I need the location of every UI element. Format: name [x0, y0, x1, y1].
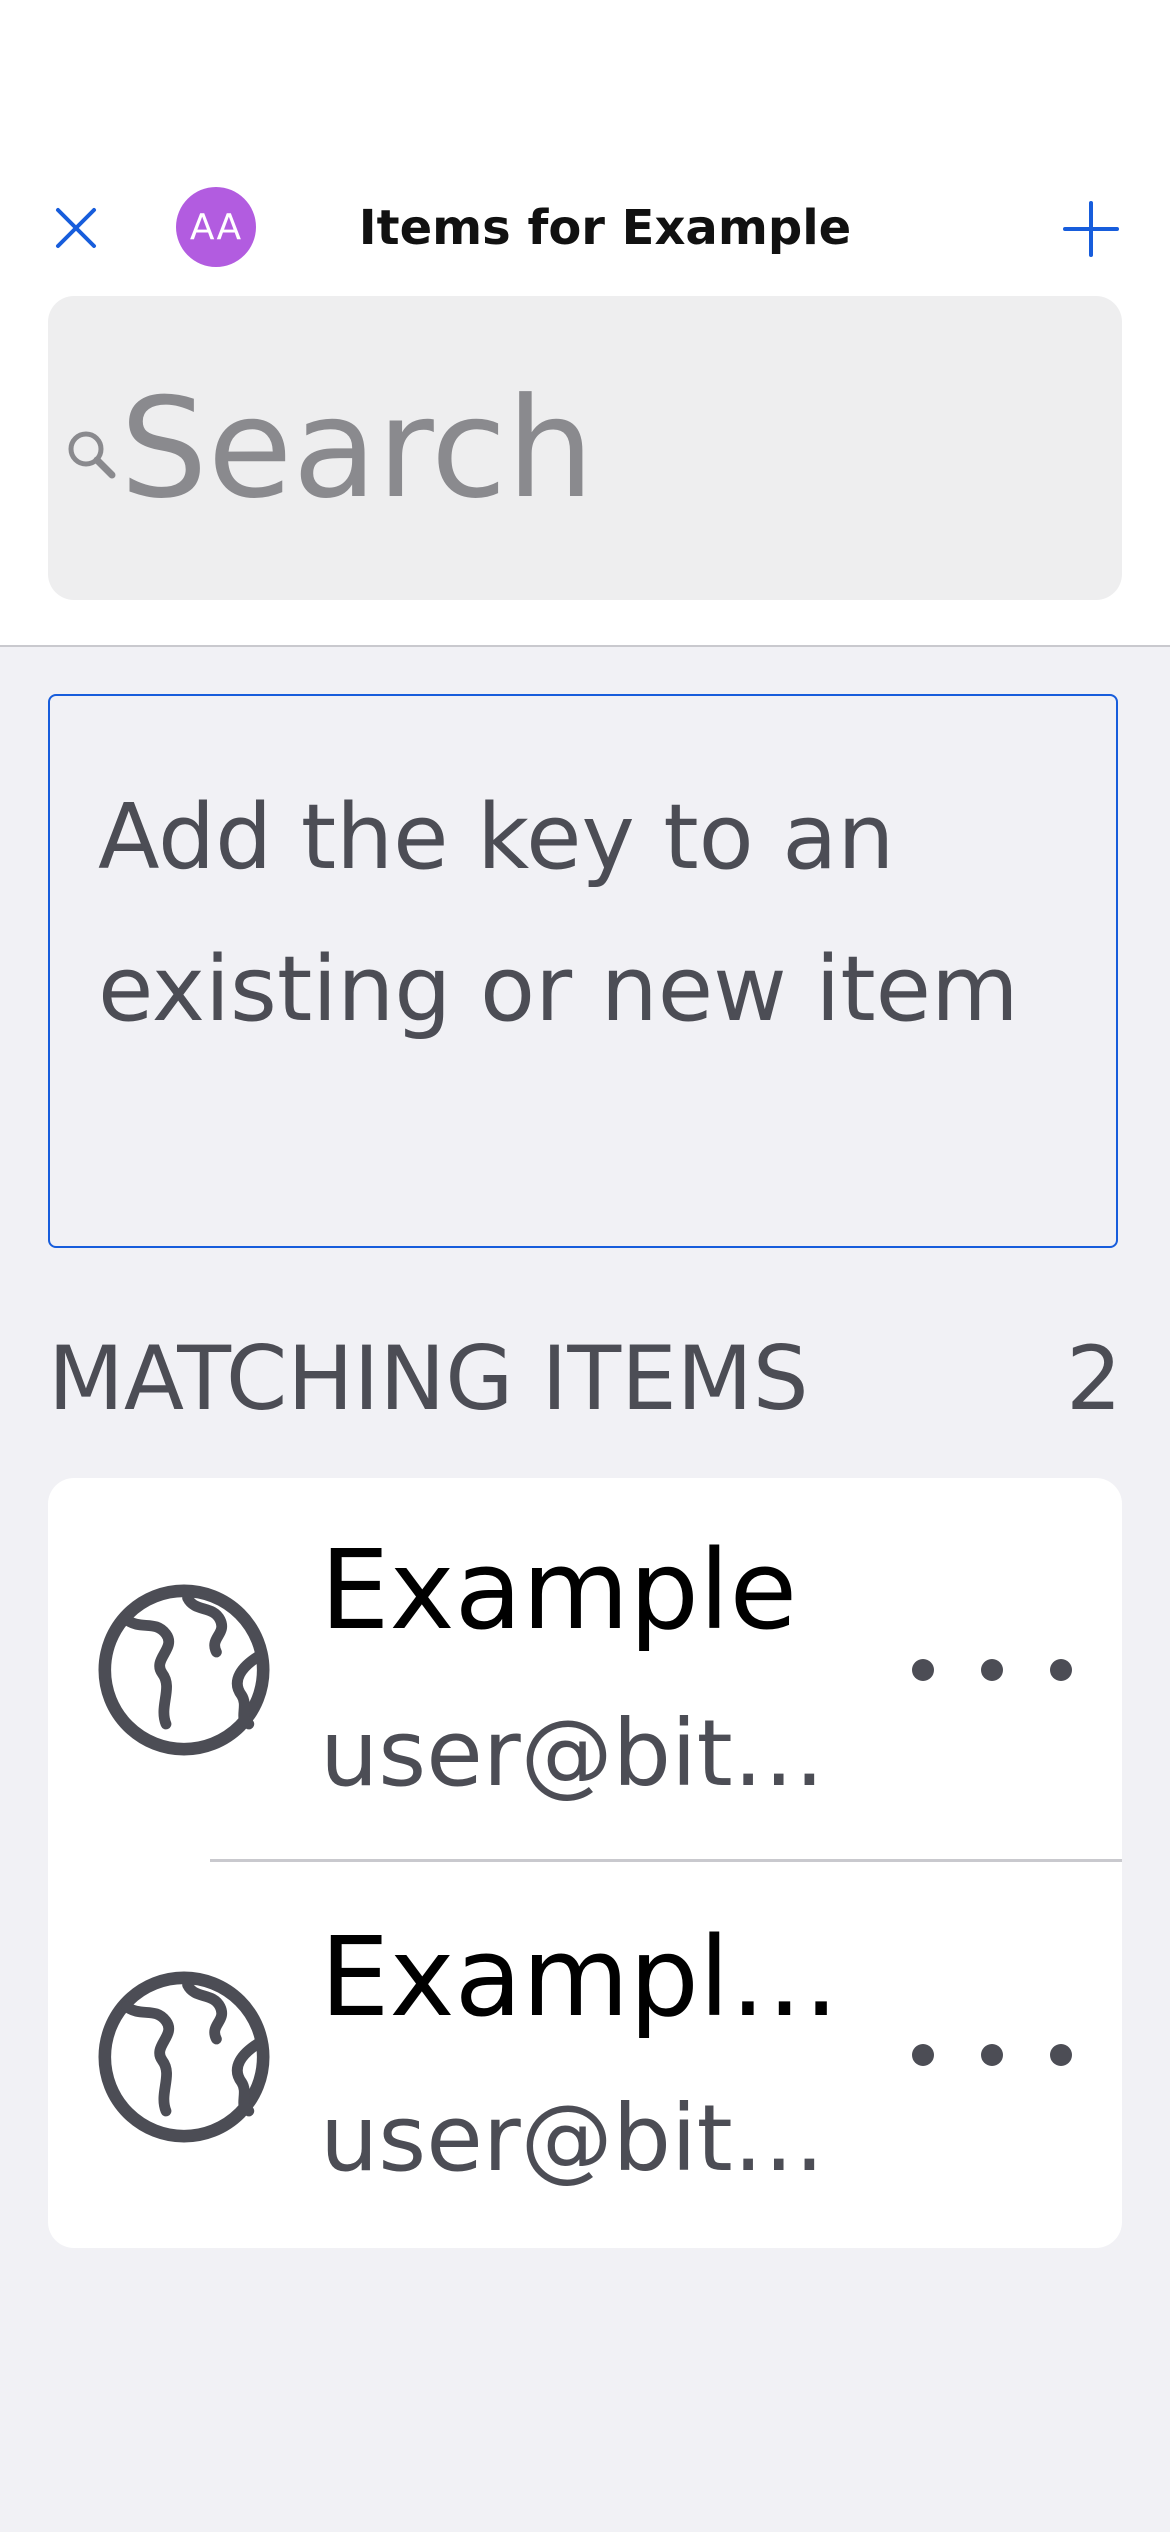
page-title: Items for Example [358, 200, 852, 256]
more-options-button[interactable] [912, 1640, 1072, 1700]
more-dot-icon [981, 2044, 1003, 2066]
more-dot-icon [1050, 1659, 1072, 1681]
add-item-button[interactable] [1060, 198, 1122, 260]
globe-icon [98, 1584, 270, 1756]
globe-icon [98, 1971, 270, 2143]
avatar[interactable]: AA [176, 187, 256, 267]
item-name: Example [320, 1526, 798, 1654]
add-key-label: Add the key to an existing or new item [98, 785, 1019, 1042]
section-title: MATCHING ITEMS [48, 1326, 809, 1430]
more-dot-icon [912, 1659, 934, 1681]
close-button[interactable] [48, 200, 104, 256]
item-username: user@bit… [320, 2085, 825, 2192]
list-item[interactable]: Exampl… user@bit… [48, 1863, 1122, 2248]
item-count: 2 [1066, 1326, 1122, 1430]
more-dot-icon [1050, 2044, 1072, 2066]
divider [210, 1859, 1122, 1862]
plus-icon [1063, 201, 1119, 257]
matching-items-list: Example user@bit… Exampl… user@bit… [48, 1478, 1122, 2248]
more-options-button[interactable] [912, 2025, 1072, 2085]
item-name: Exampl… [320, 1913, 840, 2041]
add-key-to-item-button[interactable]: Add the key to an existing or new item [48, 694, 1118, 1248]
top-bar: AA Items for Example [0, 0, 1170, 647]
more-dot-icon [981, 1659, 1003, 1681]
search-icon [68, 431, 116, 479]
list-item[interactable]: Example user@bit… [48, 1478, 1122, 1863]
search-bar[interactable] [48, 296, 1122, 600]
matching-items-header: MATCHING ITEMS 2 [48, 1326, 1122, 1430]
close-icon [56, 208, 96, 248]
search-input[interactable] [120, 367, 1080, 529]
more-dot-icon [912, 2044, 934, 2066]
item-username: user@bit… [320, 1700, 825, 1807]
